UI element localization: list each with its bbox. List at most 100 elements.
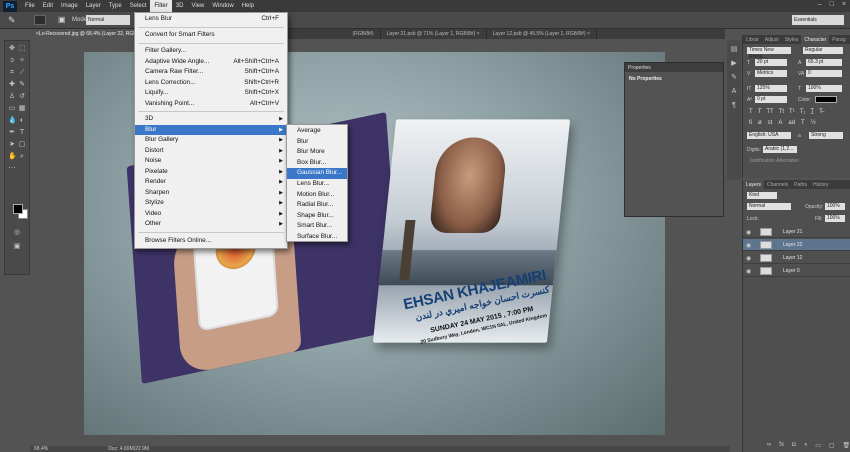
blur-tool-icon[interactable]: 💧 [8, 117, 17, 125]
shape-tool-icon[interactable]: ▢ [18, 141, 26, 149]
menu-item-radial-blur[interactable]: Radial Blur... [287, 200, 347, 211]
screen-mode-icon[interactable]: ▣ [13, 243, 21, 251]
gradient-tool-icon[interactable]: ▦ [18, 105, 26, 113]
menu-item-camera-raw[interactable]: Camera Raw Filter... Shift+Ctrl+A [135, 67, 287, 78]
menu-type[interactable]: Type [105, 0, 126, 12]
tab-document[interactable]: Layer 21.psb @ 71% (Layer 1, RGB/8#) × [381, 29, 487, 39]
layer-filter-select[interactable]: Kind [747, 192, 777, 199]
superscript-button[interactable]: T¹ [789, 109, 795, 115]
menu-item-noise[interactable]: Noise ▶ [135, 156, 287, 167]
menu-item-adaptive-wide-angle[interactable]: Adaptive Wide Angle... Alt+Shift+Ctrl+A [135, 57, 287, 68]
eye-icon[interactable]: ◉ [746, 242, 751, 249]
brush-panel-icon[interactable]: ✎ [730, 74, 738, 82]
zoom-level[interactable]: 68.4% [34, 446, 48, 452]
underline-button[interactable]: T̲ [810, 109, 814, 115]
menu-item-blur-gallery[interactable]: Blur Gallery ▶ [135, 135, 287, 146]
font-style-select[interactable]: Regular [803, 47, 843, 54]
menu-item-smart-blur[interactable]: Smart Blur... [287, 221, 347, 232]
menu-view[interactable]: View [187, 0, 208, 12]
menu-select[interactable]: Select [126, 0, 151, 12]
stylistic-button[interactable]: A [778, 120, 782, 126]
menu-item-distort[interactable]: Distort ▶ [135, 146, 287, 157]
menu-filter[interactable]: Filter [150, 0, 172, 12]
menu-item-convert-smart-filters[interactable]: Convert for Smart Filters [135, 30, 287, 41]
fx-icon[interactable]: fx [779, 442, 784, 449]
tab-libraries[interactable]: Librar [743, 35, 762, 44]
menu-file[interactable]: File [21, 0, 39, 12]
menu-item-browse-filters-online[interactable]: Browse Filters Online... [135, 236, 287, 247]
horizontal-scale-field[interactable]: 100% [806, 85, 842, 92]
type-tool-icon[interactable]: T [18, 129, 26, 137]
history-brush-icon[interactable]: ↺ [18, 93, 26, 101]
subscript-button[interactable]: T₁ [800, 109, 806, 115]
brush-preset-picker[interactable] [34, 15, 46, 25]
adjustment-icon[interactable]: ◑ [804, 442, 808, 449]
hand-tool-icon[interactable]: ✋ [8, 153, 17, 161]
menu-item-lens-correction[interactable]: Lens Correction... Shift+Ctrl+R [135, 78, 287, 89]
blend-mode-select[interactable]: Normal [747, 203, 791, 210]
dodge-tool-icon[interactable]: ◐ [18, 117, 26, 125]
fill-field[interactable]: 100% [825, 215, 845, 222]
small-caps-button[interactable]: Tt [779, 109, 784, 115]
marquee-tool-icon[interactable]: ⬚ [18, 45, 26, 53]
workspace-select[interactable]: Essentials [792, 15, 844, 25]
stamp-tool-icon[interactable]: ♙ [8, 93, 16, 101]
menu-item-liquify[interactable]: Liquify... Shift+Ctrl+X [135, 88, 287, 99]
digits-select[interactable]: Arabic (1,2... [763, 146, 797, 153]
menu-item-vanishing-point[interactable]: Vanishing Point... Alt+Ctrl+V [135, 99, 287, 110]
justification-alternates-checkbox[interactable]: Justification Alternates [749, 158, 799, 164]
brush-panel-icon[interactable]: ▣ [58, 15, 66, 24]
menu-help[interactable]: Help [238, 0, 258, 12]
actions-panel-icon[interactable]: ▶ [730, 60, 738, 68]
faux-bold-button[interactable]: T [749, 109, 753, 115]
zoom-tool-icon[interactable]: ⌕ [18, 153, 26, 161]
vertical-scale-field[interactable]: 125% [755, 85, 787, 92]
maximize-button[interactable]: □ [830, 1, 834, 8]
menu-item-average[interactable]: Average [287, 126, 347, 137]
menu-image[interactable]: Image [57, 0, 82, 12]
opacity-field[interactable]: 100% [825, 203, 845, 210]
tracking-field[interactable]: 0 [806, 70, 842, 77]
ligatures-button[interactable]: fi [749, 120, 752, 126]
eye-icon[interactable]: ◉ [746, 268, 751, 275]
faux-italic-button[interactable]: T [758, 109, 762, 115]
kerning-field[interactable]: Metrics [755, 70, 787, 77]
baseline-field[interactable]: 0 pt [755, 96, 787, 103]
layer-row[interactable]: ◉ Layer 12 [743, 252, 850, 264]
tab-character[interactable]: Character [801, 35, 830, 44]
more-tools-icon[interactable]: ⋯ [8, 165, 16, 173]
history-panel-icon[interactable]: ▤ [730, 46, 738, 54]
menu-window[interactable]: Window [208, 0, 237, 12]
font-size-field[interactable]: 20 pt [755, 59, 787, 66]
tab-channels[interactable]: Channels [764, 180, 791, 189]
font-family-select[interactable]: Times New Roma... [747, 47, 791, 60]
strikethrough-button[interactable]: T̶ [819, 109, 823, 115]
brush-tool-icon[interactable]: ✎ [8, 15, 16, 26]
menu-edit[interactable]: Edit [39, 0, 57, 12]
menu-item-lens-blur[interactable]: Lens Blur... [287, 179, 347, 190]
brush-tool-icon[interactable]: ✎ [18, 81, 26, 89]
menu-item-filter-gallery[interactable]: Filter Gallery... [135, 46, 287, 57]
language-select[interactable]: English: USA [747, 132, 791, 139]
lasso-tool-icon[interactable]: ↄ [8, 57, 16, 65]
menu-item-blur[interactable]: Blur [287, 137, 347, 148]
layer-row[interactable]: ◉ Layer 22 [743, 239, 850, 251]
text-color-swatch[interactable] [815, 96, 837, 103]
eyedropper-tool-icon[interactable]: ⟋ [18, 69, 26, 77]
menu-item-surface-blur[interactable]: Surface Blur... [287, 232, 347, 243]
menu-item-sharpen[interactable]: Sharpen ▶ [135, 188, 287, 199]
properties-panel-title[interactable]: Properties [625, 63, 723, 72]
menu-3d[interactable]: 3D [172, 0, 188, 12]
crop-tool-icon[interactable]: ⌗ [8, 69, 16, 77]
tab-layers[interactable]: Layers [743, 180, 765, 189]
link-icon[interactable]: ∞ [767, 442, 771, 449]
pen-tool-icon[interactable]: ✒ [8, 129, 16, 137]
menu-item-shape-blur[interactable]: Shape Blur... [287, 211, 347, 222]
menu-item-blur[interactable]: Blur ▶ [135, 124, 287, 135]
mode-select[interactable]: Normal [86, 15, 130, 25]
trash-icon[interactable]: 🗑 [843, 442, 850, 449]
antialias-select[interactable]: Strong [809, 132, 843, 139]
leading-field[interactable]: 65.3 pt [806, 59, 842, 66]
old-style-button[interactable]: ø [758, 120, 762, 126]
menu-layer[interactable]: Layer [82, 0, 105, 12]
